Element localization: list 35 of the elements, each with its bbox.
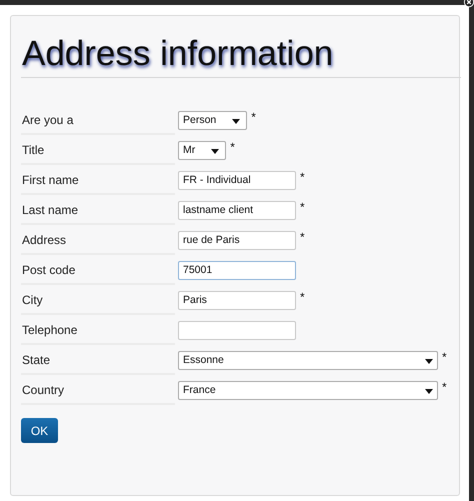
caret-icon — [425, 359, 433, 364]
field-label: Post code — [21, 255, 175, 285]
field-label: State — [21, 345, 175, 375]
dropdown[interactable]: Mr — [178, 140, 226, 160]
required-mark: * — [300, 290, 305, 302]
required-mark: * — [251, 110, 256, 122]
input-field[interactable]: FR - Individual — [178, 170, 296, 190]
field-label: Telephone — [21, 315, 175, 345]
required-mark: * — [442, 380, 447, 392]
field-label: Country — [21, 375, 175, 405]
caret-icon — [232, 119, 240, 124]
caret-icon — [211, 149, 220, 154]
field-label: Title — [21, 135, 175, 165]
required-mark: * — [300, 230, 305, 242]
dialog-title: Address information — [21, 33, 334, 75]
required-mark: * — [230, 140, 235, 152]
input-field[interactable] — [178, 320, 296, 340]
input-field[interactable]: lastname client — [178, 200, 296, 220]
input-field[interactable]: 75001 — [178, 260, 296, 280]
field-label: Address — [21, 225, 175, 255]
required-mark: * — [300, 170, 305, 182]
dropdown[interactable]: Essonne — [178, 350, 438, 370]
input-field[interactable]: Paris — [178, 290, 296, 310]
field-label: Last name — [21, 195, 175, 225]
required-mark: * — [300, 200, 305, 212]
input-field[interactable]: rue de Paris — [178, 230, 296, 250]
caret-icon — [425, 389, 433, 394]
close-icon[interactable] — [462, 0, 474, 10]
field-label: First name — [21, 165, 175, 195]
required-mark: * — [442, 350, 447, 362]
field-label: Are you a — [21, 105, 175, 135]
field-label: City — [21, 285, 175, 315]
ok-button[interactable]: OK — [21, 418, 58, 443]
dropdown[interactable]: Person — [178, 110, 248, 130]
dropdown[interactable]: France — [178, 380, 438, 400]
